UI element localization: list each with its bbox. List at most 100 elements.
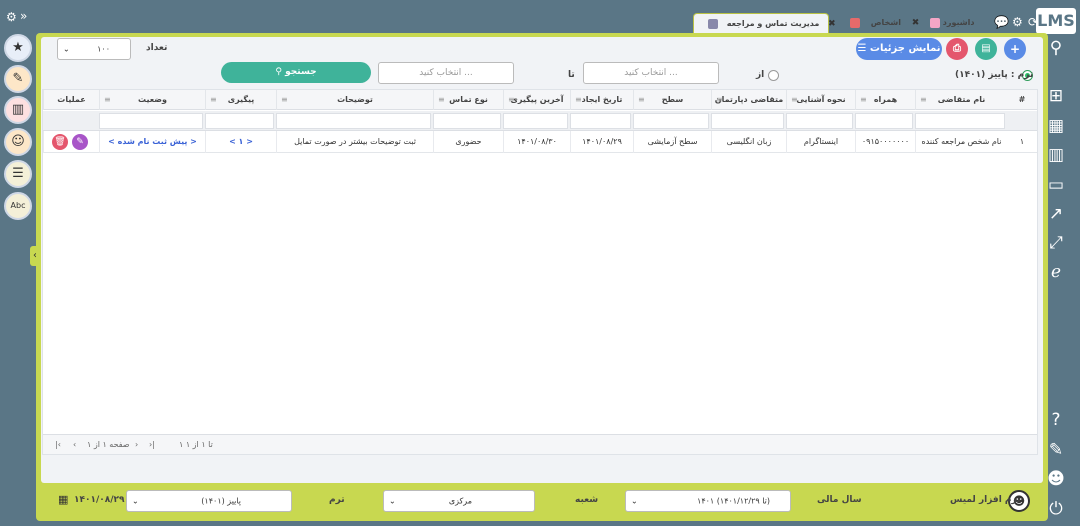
- refresh-icon[interactable]: ⟳: [1028, 15, 1038, 29]
- double-chevron-icon[interactable]: »: [20, 9, 27, 23]
- show-details-button[interactable]: ☰ نمایش جزئیات: [856, 38, 942, 60]
- grid-footer: ۱ تا ۱ از ۱ |‹ ‹ صفحه ۱ از ۱ › ›|: [43, 434, 1037, 454]
- col-header-followup[interactable]: ≡ پیگیری: [205, 90, 276, 110]
- filter-last-followup[interactable]: [503, 113, 568, 129]
- tab-label: مدیریت تماس و مراجعه: [726, 19, 820, 28]
- chevron-down-icon: ⌄: [132, 496, 139, 506]
- menu-icon[interactable]: ≡: [281, 90, 288, 110]
- gear-icon[interactable]: ⚙: [6, 10, 17, 24]
- menu-icon[interactable]: ≡: [575, 90, 582, 110]
- app-shortcut-4[interactable]: ☺: [4, 128, 32, 156]
- list-icon: ☰: [857, 43, 867, 54]
- term-label: ترم: [329, 495, 345, 505]
- filter-level[interactable]: [633, 113, 709, 129]
- count-value: ۱۰۰: [97, 44, 110, 54]
- close-icon[interactable]: ✖: [912, 18, 920, 28]
- print-button[interactable]: ⎙: [946, 38, 968, 60]
- add-button[interactable]: +: [1004, 38, 1026, 60]
- menu-icon[interactable]: ≡: [210, 90, 217, 110]
- table-header: # ≡ نام متقاضی ≡ همراه ≡ نحوه آشنایی ≡ متقاض…: [43, 90, 1037, 110]
- cell-name: نام شخص مراجعه کننده: [915, 131, 1007, 153]
- contact-icon: [708, 18, 718, 29]
- pager-first-icon[interactable]: |‹: [55, 435, 61, 455]
- col-header-description[interactable]: ≡ توضیحات: [276, 90, 433, 110]
- status-bar: ☻ نرم افزار لمیس سال مالی ۱۴۰۱ (تا ۱۴۰۱/…: [42, 487, 1038, 515]
- pager-last-icon[interactable]: ›|: [149, 435, 155, 455]
- calendar-icon[interactable]: ▦: [58, 493, 68, 506]
- chevron-down-icon: ⌄: [389, 496, 396, 506]
- tab-persons[interactable]: اشخاص ✖: [850, 13, 919, 35]
- app-shortcut-5[interactable]: ☰: [4, 160, 32, 188]
- menu-icon[interactable]: ≡: [920, 90, 927, 110]
- pager-prev-icon[interactable]: ‹: [73, 435, 76, 455]
- cell-followup-link[interactable]: < ۱ >: [205, 131, 276, 153]
- to-label: تا: [568, 70, 575, 80]
- fiscal-year-select[interactable]: ۱۴۰۱ (تا ۱۴۰۱/۱۲/۲۹) ⌄: [625, 490, 791, 512]
- menu-icon[interactable]: ≡: [716, 90, 723, 110]
- from-date-placeholder: انتخاب کنید ...: [624, 68, 678, 78]
- current-date: ۱۴۰۱/۰۸/۲۹: [74, 495, 125, 505]
- chat-icon[interactable]: 💬: [994, 15, 1009, 29]
- menu-icon[interactable]: ≡: [638, 90, 645, 110]
- count-select[interactable]: ۱۰۰ ⌄: [57, 38, 131, 60]
- filter-created[interactable]: [570, 113, 631, 129]
- filter-name[interactable]: [915, 113, 1005, 129]
- menu-icon[interactable]: ≡: [508, 90, 515, 110]
- to-date-placeholder: انتخاب کنید ...: [419, 68, 473, 78]
- cell-referral: اینستاگرام: [786, 131, 855, 153]
- filter-description[interactable]: [276, 113, 431, 129]
- filter-mobile[interactable]: [855, 113, 913, 129]
- filter-referral[interactable]: [786, 113, 853, 129]
- tab-contact-management[interactable]: مدیریت تماس و مراجعه ✖: [693, 13, 836, 35]
- col-header-last-followup[interactable]: ≡ آخرین پیگیری: [503, 90, 570, 110]
- term-select[interactable]: پاییز (۱۴۰۱) ⌄: [126, 490, 292, 512]
- tab-dashboard[interactable]: داشبورد: [930, 13, 990, 35]
- cell-mobile: ۰۹۱۵۰۰۰۰۰۰۰: [855, 131, 915, 153]
- menu-icon[interactable]: ≡: [791, 90, 798, 110]
- menu-icon[interactable]: ≡: [860, 90, 867, 110]
- app-shortcut-2[interactable]: ✎: [4, 65, 32, 93]
- export-excel-button[interactable]: ▤: [975, 38, 997, 60]
- from-date-input[interactable]: انتخاب کنید ...: [583, 62, 719, 84]
- search-button[interactable]: ⚲ جستجو: [221, 62, 371, 83]
- col-header-mobile[interactable]: ≡ همراه: [855, 90, 915, 110]
- from-label: از: [756, 70, 765, 80]
- app-logo: LMS: [1036, 8, 1076, 34]
- filter-department[interactable]: [711, 113, 784, 129]
- cell-department: زبان انگلیسی: [711, 131, 786, 153]
- pager-next-icon[interactable]: ›: [135, 435, 138, 455]
- col-header-department[interactable]: ≡ متقاضی دپارتمان: [711, 90, 786, 110]
- col-header-actions: عملیات: [43, 90, 99, 110]
- app-shortcut-3[interactable]: ▥: [4, 96, 32, 124]
- fiscal-year-label: سال مالی: [817, 495, 862, 505]
- settings-icon[interactable]: ⚙: [1012, 15, 1023, 29]
- col-header-contact-type[interactable]: ≡ نوع تماس: [433, 90, 503, 110]
- search-icon: ⚲: [275, 67, 282, 77]
- branch-select[interactable]: مرکزی ⌄: [383, 490, 535, 512]
- filter-followup[interactable]: [205, 113, 274, 129]
- house-icon: [930, 17, 940, 28]
- record-range: ۱ تا ۱ از ۱: [179, 440, 213, 449]
- cell-status-link[interactable]: < پیش ثبت نام شده >: [99, 131, 205, 153]
- delete-button[interactable]: 🗑: [52, 134, 68, 150]
- col-header-referral[interactable]: ≡ نحوه آشنایی: [786, 90, 855, 110]
- app-shortcut-1[interactable]: ★: [4, 34, 32, 62]
- fiscal-year-value: ۱۴۰۱ (تا ۱۴۰۱/۱۲/۲۹): [697, 496, 770, 506]
- col-header-name[interactable]: ≡ نام متقاضی: [915, 90, 1007, 110]
- edit-button[interactable]: ✎: [72, 134, 88, 150]
- menu-icon[interactable]: ≡: [104, 90, 111, 110]
- filter-contact-type[interactable]: [433, 113, 501, 129]
- people-icon: [850, 17, 860, 28]
- close-icon[interactable]: ✖: [828, 19, 836, 29]
- to-date-input[interactable]: انتخاب کنید ...: [378, 62, 514, 84]
- col-header-level[interactable]: ≡ سطح: [633, 90, 711, 110]
- col-header-created[interactable]: ≡ تاریخ ایجاد: [570, 90, 633, 110]
- col-header-index[interactable]: #: [1007, 90, 1037, 110]
- app-shortcut-6[interactable]: Abc: [4, 192, 32, 220]
- table-row[interactable]: ۱ نام شخص مراجعه کننده ۰۹۱۵۰۰۰۰۰۰۰ اینست…: [43, 131, 1037, 153]
- range-radio[interactable]: [768, 70, 779, 81]
- page-indicator: صفحه ۱ از ۱: [87, 440, 130, 449]
- menu-icon[interactable]: ≡: [438, 90, 445, 110]
- filter-status[interactable]: [99, 113, 203, 129]
- col-header-status[interactable]: ≡ وضعیت: [99, 90, 205, 110]
